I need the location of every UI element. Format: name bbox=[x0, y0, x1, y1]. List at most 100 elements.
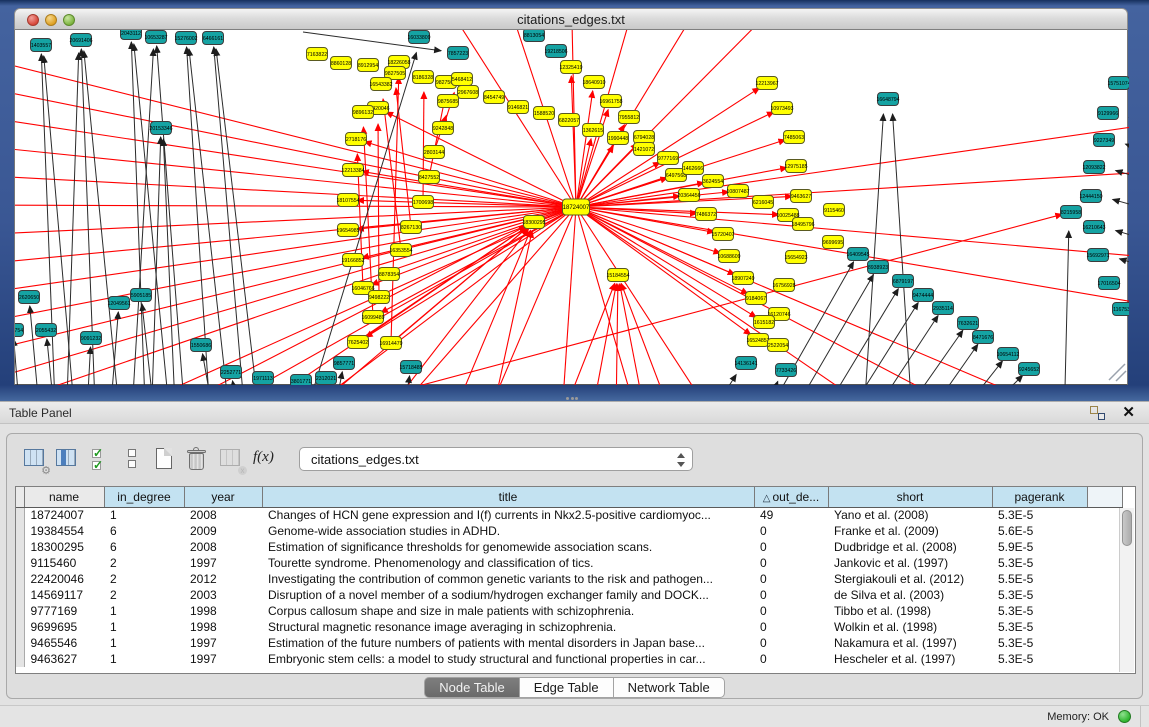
cell-year[interactable]: 1997 bbox=[184, 651, 262, 667]
column-header-short[interactable]: short bbox=[828, 487, 992, 507]
graph-node[interactable]: 19218506 bbox=[544, 45, 567, 58]
table-row[interactable]: 1830029562008Estimation of significance … bbox=[16, 539, 1122, 555]
cell-out_degree[interactable]: 0 bbox=[754, 523, 828, 539]
graph-node[interactable]: 6466161 bbox=[203, 32, 224, 45]
graph-node[interactable]: 3624554 bbox=[703, 175, 724, 188]
cell-short[interactable]: Jankovic et al. (1997) bbox=[828, 555, 992, 571]
cell-short[interactable]: Dudbridge et al. (2008) bbox=[828, 539, 992, 555]
cell-year[interactable]: 1997 bbox=[184, 555, 262, 571]
graph-node[interactable]: 1362615 bbox=[583, 124, 604, 137]
graph-node[interactable]: 2522054 bbox=[768, 339, 789, 352]
graph-node[interactable]: 16648794 bbox=[876, 93, 899, 106]
graph-node[interactable]: 18640910 bbox=[582, 76, 605, 89]
graph-node[interactable]: 2620650 bbox=[19, 291, 40, 304]
graph-node[interactable]: 6879197 bbox=[893, 275, 914, 288]
graph-node[interactable]: 16524851 bbox=[746, 334, 769, 347]
cell-in_degree[interactable]: 2 bbox=[104, 555, 184, 571]
graph-node[interactable]: 2055432 bbox=[36, 324, 57, 337]
cell-title[interactable]: Tourette syndrome. Phenomenology and cla… bbox=[262, 555, 754, 571]
graph-node[interactable]: 7955812 bbox=[619, 111, 640, 124]
cell-short[interactable]: de Silva et al. (2003) bbox=[828, 587, 992, 603]
cell-pagerank[interactable]: 5.9E-5 bbox=[992, 539, 1087, 555]
graph-node[interactable]: 10654112 bbox=[997, 348, 1020, 361]
cell-year[interactable]: 2008 bbox=[184, 507, 262, 523]
cell-out_degree[interactable]: 49 bbox=[754, 507, 828, 523]
column-header-pagerank[interactable]: pagerank bbox=[992, 487, 1087, 507]
graph-node[interactable]: 12975185 bbox=[784, 160, 807, 173]
graph-node[interactable]: 19166852 bbox=[341, 254, 364, 267]
create-new-button[interactable] bbox=[151, 445, 179, 473]
cell-title[interactable]: Structural magnetic resonance image aver… bbox=[262, 619, 754, 635]
graph-node[interactable]: 12213384 bbox=[341, 164, 364, 177]
cell-year[interactable]: 1998 bbox=[184, 603, 262, 619]
graph-node[interactable]: 14136141 bbox=[734, 357, 757, 370]
vertical-scrollbar[interactable] bbox=[1119, 508, 1134, 672]
graph-node[interactable]: 15751074 bbox=[1107, 77, 1129, 90]
tab-node-table[interactable]: Node Table bbox=[424, 677, 520, 698]
cell-year[interactable]: 1997 bbox=[184, 635, 262, 651]
cell-name[interactable]: 18724007 bbox=[24, 507, 104, 523]
graph-node[interactable]: 8813054 bbox=[524, 30, 545, 42]
table-row[interactable]: 946554611997Estimation of the future num… bbox=[16, 635, 1122, 651]
graph-node[interactable]: 10973493 bbox=[770, 102, 793, 115]
graph-node[interactable]: 1403557 bbox=[31, 39, 52, 52]
graph-node[interactable]: 9242848 bbox=[433, 122, 454, 135]
table-row[interactable]: 969969511998Structural magnetic resonanc… bbox=[16, 619, 1122, 635]
graph-node[interactable]: 9146821 bbox=[508, 101, 529, 114]
graph-node[interactable]: 9245652 bbox=[1019, 363, 1040, 376]
graph-node[interactable]: 6794028 bbox=[634, 131, 655, 144]
cell-pagerank[interactable]: 5.6E-5 bbox=[992, 523, 1087, 539]
cell-out_degree[interactable]: 0 bbox=[754, 539, 828, 555]
graph-node[interactable]: 9875685 bbox=[438, 95, 459, 108]
resize-grip-icon[interactable] bbox=[1109, 364, 1126, 381]
graph-node[interactable]: 8215958 bbox=[1061, 206, 1082, 219]
graph-node[interactable]: 18107554 bbox=[336, 194, 359, 207]
graph-node[interactable]: 16914479 bbox=[379, 337, 402, 350]
cell-short[interactable]: Stergiakouli et al. (2012) bbox=[828, 571, 992, 587]
cell-out_degree[interactable]: 0 bbox=[754, 555, 828, 571]
cell-name[interactable]: 18300295 bbox=[24, 539, 104, 555]
graph-node[interactable]: 18724007 bbox=[563, 199, 591, 215]
graph-node[interactable]: 9227349 bbox=[1094, 134, 1115, 147]
graph-node[interactable]: 8471676 bbox=[973, 331, 994, 344]
graph-node[interactable]: 8878354 bbox=[379, 268, 400, 281]
graph-node[interactable]: 8938923 bbox=[868, 261, 889, 274]
table-row[interactable]: 911546021997Tourette syndrome. Phenomeno… bbox=[16, 555, 1122, 571]
float-window-icon[interactable] bbox=[1090, 406, 1105, 420]
cell-name[interactable]: 9699695 bbox=[24, 619, 104, 635]
cell-year[interactable]: 2012 bbox=[184, 571, 262, 587]
graph-node[interactable]: 9857771 bbox=[334, 357, 355, 370]
clear-selection-button[interactable] bbox=[119, 445, 147, 473]
cell-pagerank[interactable]: 5.3E-5 bbox=[992, 619, 1087, 635]
tab-edge-table[interactable]: Edge Table bbox=[520, 677, 614, 698]
cell-short[interactable]: Yano et al. (2008) bbox=[828, 507, 992, 523]
graph-node[interactable]: 7632621 bbox=[958, 317, 979, 330]
graph-node[interactable]: 2718176 bbox=[346, 133, 367, 146]
cell-title[interactable]: Corpus callosum shape and size in male p… bbox=[262, 603, 754, 619]
graph-node[interactable]: 1462666 bbox=[683, 162, 704, 175]
cell-in_degree[interactable]: 1 bbox=[104, 619, 184, 635]
cell-title[interactable]: Investigating the contribution of common… bbox=[262, 571, 754, 587]
graph-node[interactable]: 9091232 bbox=[81, 332, 102, 345]
graph-node[interactable]: 9896132 bbox=[353, 106, 374, 119]
cell-title[interactable]: Changes of HCN gene expression and I(f) … bbox=[262, 507, 754, 523]
graph-node[interactable]: 20153346 bbox=[149, 122, 172, 135]
graph-node[interactable]: 1588520 bbox=[534, 107, 555, 120]
graph-node[interactable]: 7625402 bbox=[348, 336, 369, 349]
cell-short[interactable]: Tibbo et al. (1998) bbox=[828, 603, 992, 619]
network-canvas[interactable]: 7163822886012889129541822605898275051654… bbox=[14, 30, 1128, 385]
cell-name[interactable]: 14569117 bbox=[24, 587, 104, 603]
cell-pagerank[interactable]: 5.3E-5 bbox=[992, 587, 1087, 603]
cell-in_degree[interactable]: 2 bbox=[104, 571, 184, 587]
graph-node[interactable]: 2252771 bbox=[221, 366, 242, 379]
cell-in_degree[interactable]: 1 bbox=[104, 507, 184, 523]
graph-node[interactable]: 1990448 bbox=[608, 132, 629, 145]
graph-node[interactable]: 3801771 bbox=[291, 375, 312, 386]
cell-name[interactable]: 9465546 bbox=[24, 635, 104, 651]
graph-node[interactable]: 1615182 bbox=[754, 316, 775, 329]
graph-node[interactable]: 12093822 bbox=[1082, 161, 1105, 174]
column-header-title[interactable]: title bbox=[262, 487, 754, 507]
graph-node[interactable]: 1971113 bbox=[253, 372, 274, 385]
graph-node[interactable]: 15720407 bbox=[711, 228, 734, 241]
table-selector-dropdown[interactable]: citations_edges.txt bbox=[299, 447, 693, 471]
